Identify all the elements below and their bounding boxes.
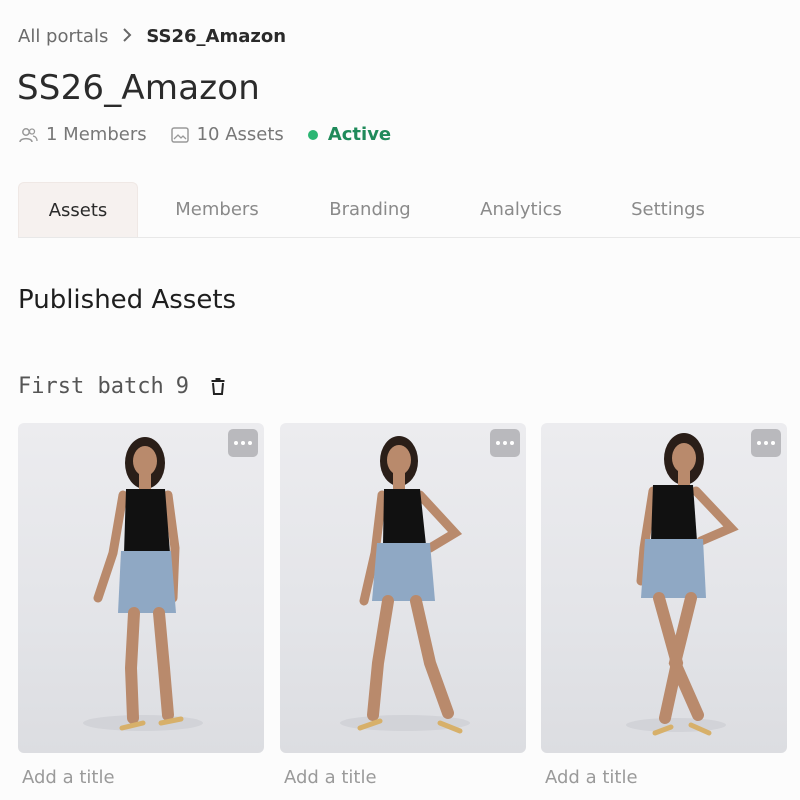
tab-analytics[interactable]: Analytics bbox=[444, 182, 598, 237]
trash-icon[interactable] bbox=[211, 378, 225, 395]
section-title: Published Assets bbox=[18, 285, 237, 315]
more-options-icon[interactable] bbox=[751, 429, 781, 457]
breadcrumb-all-portals-link[interactable]: All portals bbox=[18, 26, 108, 47]
status-text: Active bbox=[327, 124, 392, 145]
breadcrumb: All portals SS26_Amazon bbox=[18, 26, 286, 47]
assets-count: 10 Assets bbox=[170, 124, 284, 145]
status-badge: Active bbox=[307, 124, 392, 145]
chevron-right-icon bbox=[122, 26, 132, 47]
members-count: 1 Members bbox=[18, 124, 147, 145]
asset-title-input[interactable]: Add a title bbox=[22, 767, 115, 788]
tab-settings[interactable]: Settings bbox=[598, 182, 738, 237]
model-photo-image bbox=[83, 437, 203, 731]
more-options-icon[interactable] bbox=[228, 429, 258, 457]
page-title: SS26_Amazon bbox=[17, 68, 261, 108]
tab-members[interactable]: Members bbox=[138, 182, 296, 237]
portal-meta: 1 Members 10 Assets Active bbox=[18, 124, 415, 145]
batch-count: 9 bbox=[175, 374, 189, 399]
asset-card[interactable] bbox=[541, 423, 787, 753]
breadcrumb-current: SS26_Amazon bbox=[146, 26, 287, 47]
users-icon bbox=[19, 127, 38, 142]
asset-card[interactable] bbox=[280, 423, 526, 753]
model-photo-image bbox=[340, 436, 470, 734]
asset-card[interactable] bbox=[18, 423, 264, 753]
asset-title-input[interactable]: Add a title bbox=[284, 767, 377, 788]
tab-bar: Assets Members Branding Analytics Settin… bbox=[18, 182, 800, 238]
batch-header: First batch 9 bbox=[18, 374, 225, 399]
more-options-icon[interactable] bbox=[490, 429, 520, 457]
image-icon bbox=[170, 126, 189, 143]
tab-branding[interactable]: Branding bbox=[296, 182, 444, 237]
status-dot-icon bbox=[307, 129, 318, 140]
model-photo-image bbox=[626, 433, 739, 736]
asset-title-input[interactable]: Add a title bbox=[545, 767, 638, 788]
batch-label: First batch bbox=[18, 374, 164, 399]
tab-assets[interactable]: Assets bbox=[18, 182, 138, 237]
assets-count-text: 10 Assets bbox=[196, 124, 284, 145]
members-count-text: 1 Members bbox=[46, 124, 147, 145]
